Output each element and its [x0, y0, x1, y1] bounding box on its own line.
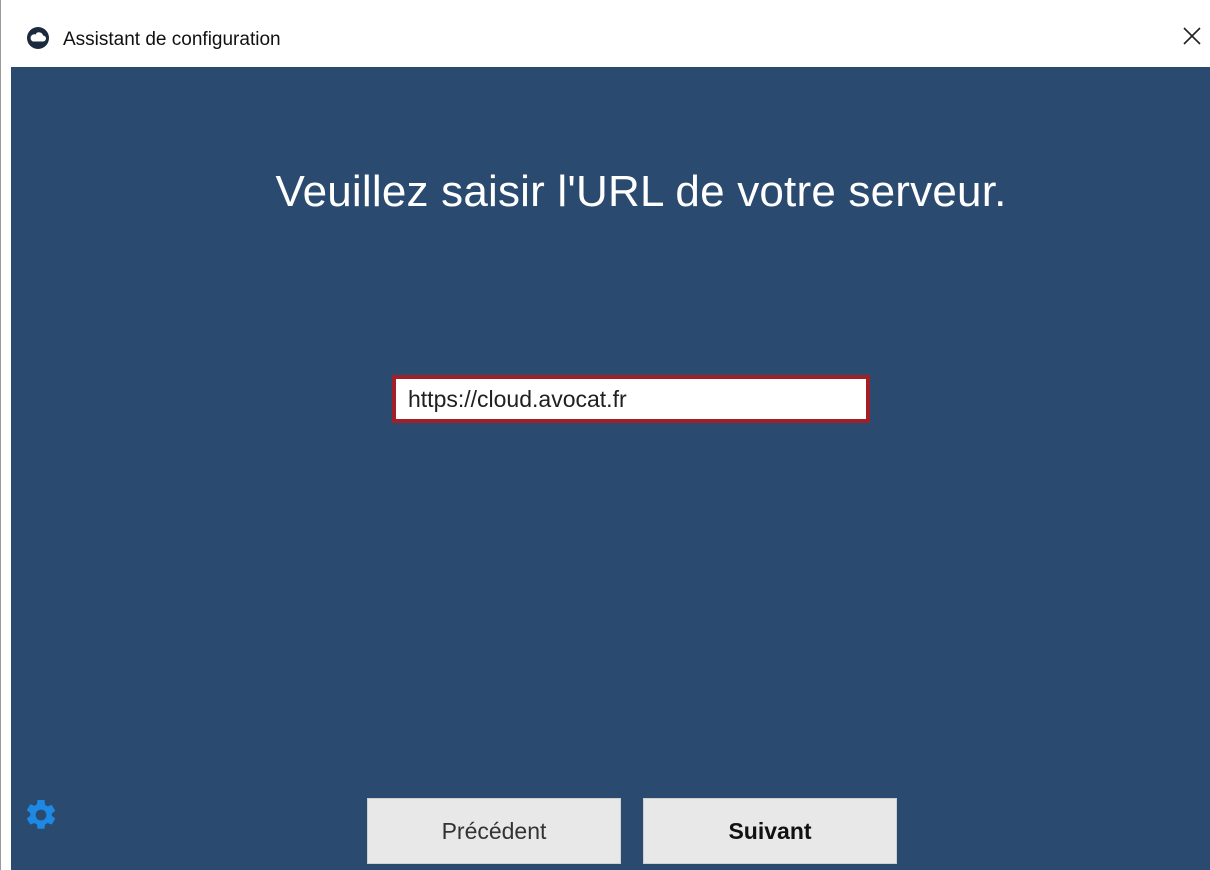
close-icon [1183, 27, 1201, 45]
window-title: Assistant de configuration [63, 29, 281, 50]
page-title: Veuillez saisir l'URL de votre serveur. [275, 167, 1007, 216]
setup-wizard-window: Assistant de configuration Veuillez sais… [0, 0, 1210, 870]
title-bar: Assistant de configuration [1, 0, 1210, 67]
cloud-icon [26, 26, 50, 50]
gear-icon[interactable] [23, 797, 59, 833]
wizard-content: Veuillez saisir l'URL de votre serveur. … [11, 67, 1210, 870]
next-button[interactable]: Suivant [643, 798, 897, 864]
close-button[interactable] [1174, 18, 1210, 54]
previous-button[interactable]: Précédent [367, 798, 621, 864]
server-url-input[interactable] [392, 375, 870, 423]
